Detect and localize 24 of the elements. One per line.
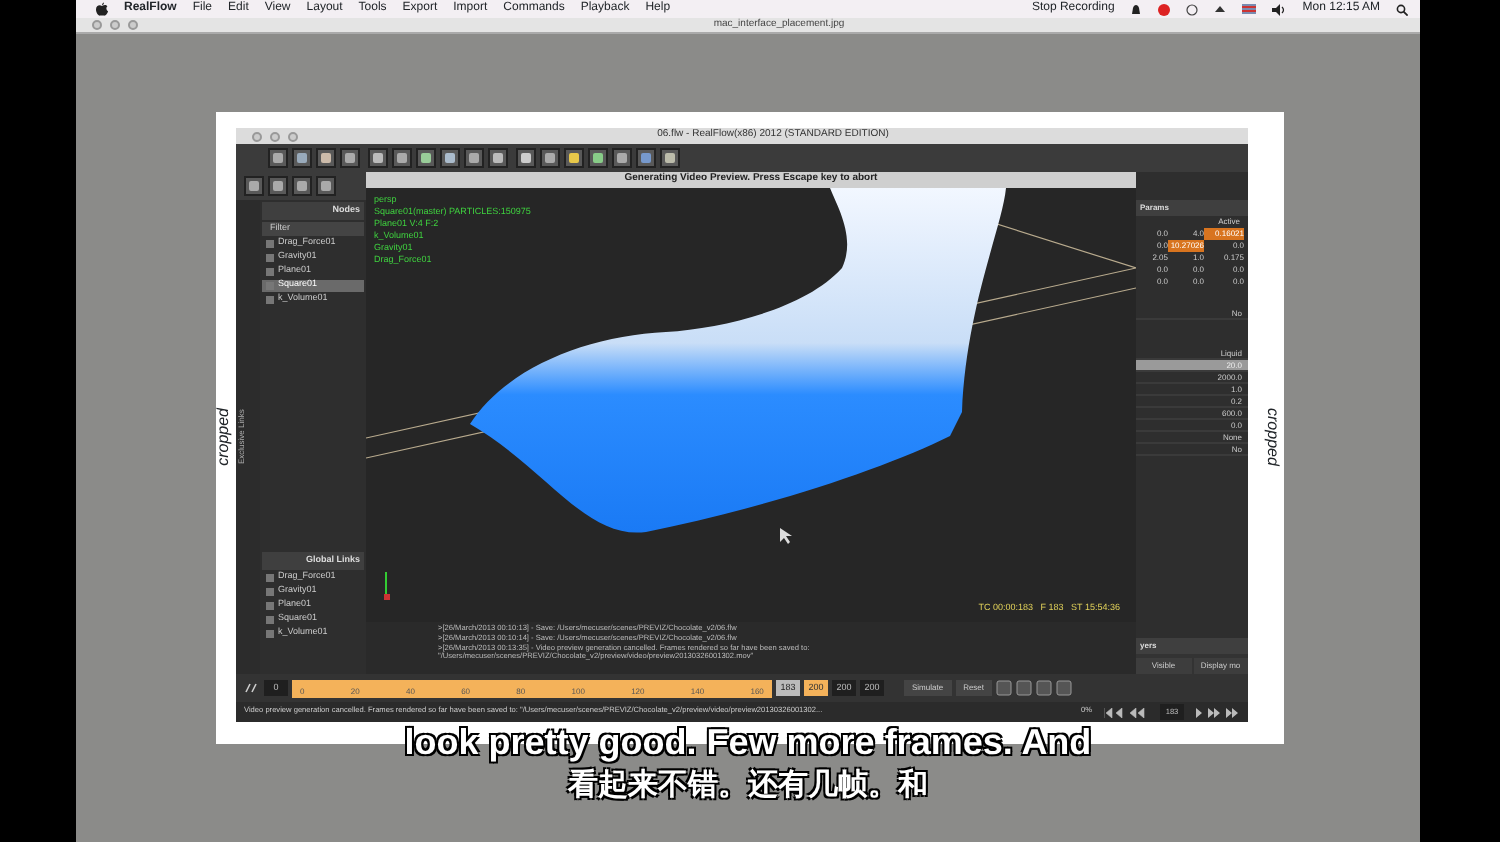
subtitle-line: look pretty good. Few more frames. And [402, 724, 1094, 760]
apple-menu-icon[interactable] [96, 2, 108, 16]
node-icon [266, 281, 274, 289]
subtitle-line: 看起来不错。还有几帧。和 [565, 770, 930, 800]
node-icon [266, 615, 274, 624]
volume-icon[interactable] [1272, 3, 1287, 15]
bell-icon[interactable] [1130, 3, 1143, 15]
playback-controls-icon[interactable] [1104, 707, 1148, 717]
search-icon[interactable] [1396, 3, 1408, 15]
playback-controls-icon[interactable] [1196, 707, 1240, 717]
crop-label: cropped [1264, 407, 1280, 465]
node-icon [266, 629, 274, 638]
badge-icon[interactable] [1158, 3, 1171, 15]
node-icon [266, 239, 274, 247]
node-icon [266, 601, 274, 610]
crop-label: cropped [216, 407, 234, 465]
mouse-cursor-icon [780, 528, 792, 544]
axis-gizmo-icon [384, 571, 390, 600]
flag-icon[interactable] [1242, 4, 1257, 14]
node-icon [266, 267, 274, 275]
node-icon [266, 587, 274, 596]
node-icon [266, 253, 274, 261]
node-icon [266, 573, 274, 582]
node-icon [266, 295, 274, 303]
